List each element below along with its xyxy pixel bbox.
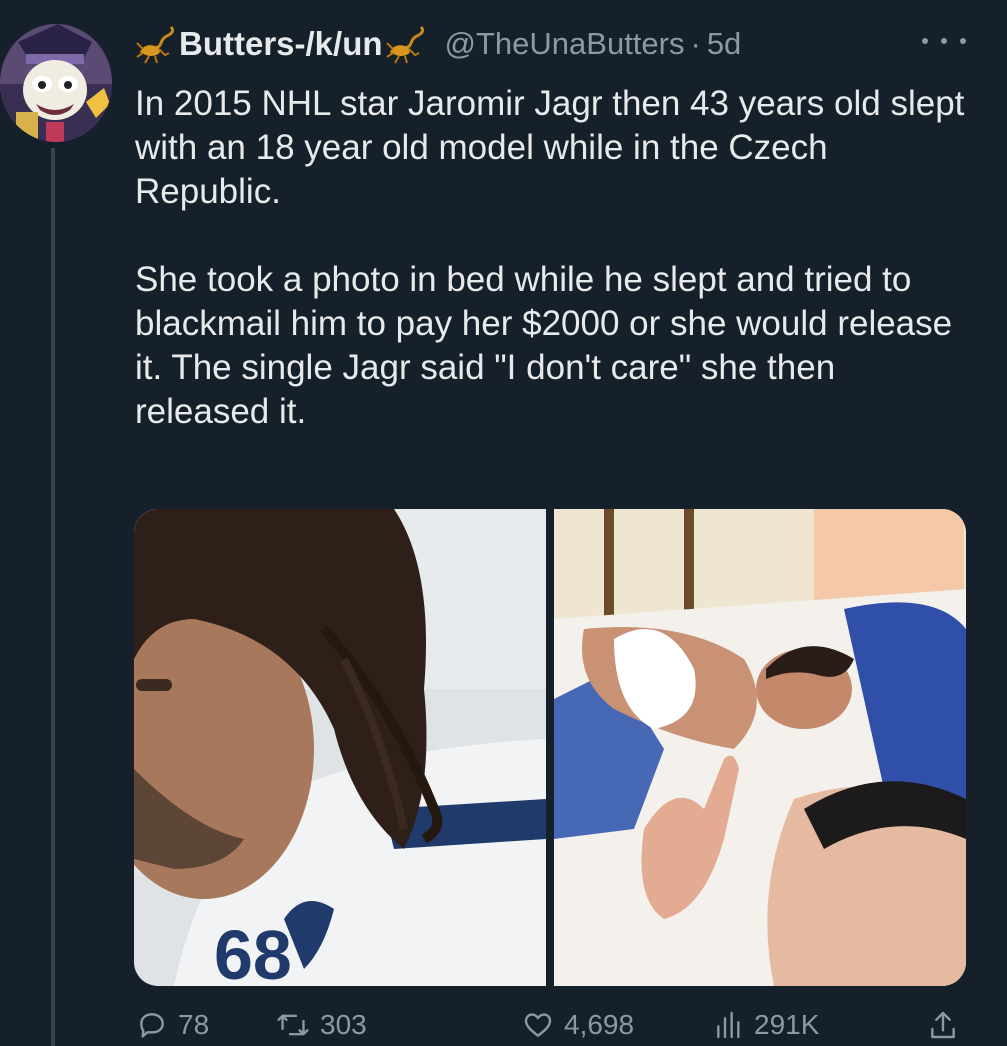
heart-icon: [522, 1009, 554, 1041]
scorpion-icon: [135, 23, 177, 65]
display-name[interactable]: Butters-/k/un: [179, 25, 383, 63]
media-photo-2[interactable]: [554, 509, 966, 986]
reply-count: 78: [178, 1009, 210, 1040]
retweet-button[interactable]: 303: [276, 1004, 367, 1046]
more-icon[interactable]: [922, 28, 966, 54]
action-bar: 78 303 4,698 291K: [136, 1004, 966, 1046]
like-button[interactable]: 4,698: [522, 1004, 634, 1046]
avatar[interactable]: [0, 24, 112, 142]
tweet-header: Butters-/k/un @TheUnaButters · 5d: [135, 18, 741, 70]
tweet-paragraph-2: She took a photo in bed while he slept a…: [135, 260, 953, 431]
share-icon: [928, 1009, 958, 1041]
scorpion-icon: [385, 23, 427, 65]
views-count: 291K: [754, 1009, 820, 1040]
retweet-count: 303: [320, 1009, 367, 1040]
separator-dot: ·: [690, 26, 701, 61]
views-icon: [714, 1009, 744, 1041]
user-handle[interactable]: @TheUnaButters: [445, 26, 685, 62]
views-button[interactable]: 291K: [714, 1004, 819, 1046]
tweet-text: In 2015 NHL star Jaromir Jagr then 43 ye…: [135, 82, 975, 434]
like-count: 4,698: [564, 1009, 635, 1040]
reply-button[interactable]: 78: [136, 1004, 209, 1046]
share-button[interactable]: [928, 1004, 958, 1046]
post-time[interactable]: 5d: [707, 26, 741, 62]
svg-text:68: 68: [214, 916, 292, 986]
retweet-icon: [276, 1009, 310, 1041]
thread-line: [51, 148, 55, 1046]
media-photo-1[interactable]: 68: [134, 509, 546, 986]
tweet-paragraph-1: In 2015 NHL star Jaromir Jagr then 43 ye…: [135, 84, 965, 211]
reply-icon: [136, 1009, 168, 1041]
media-grid: 68: [134, 509, 966, 986]
